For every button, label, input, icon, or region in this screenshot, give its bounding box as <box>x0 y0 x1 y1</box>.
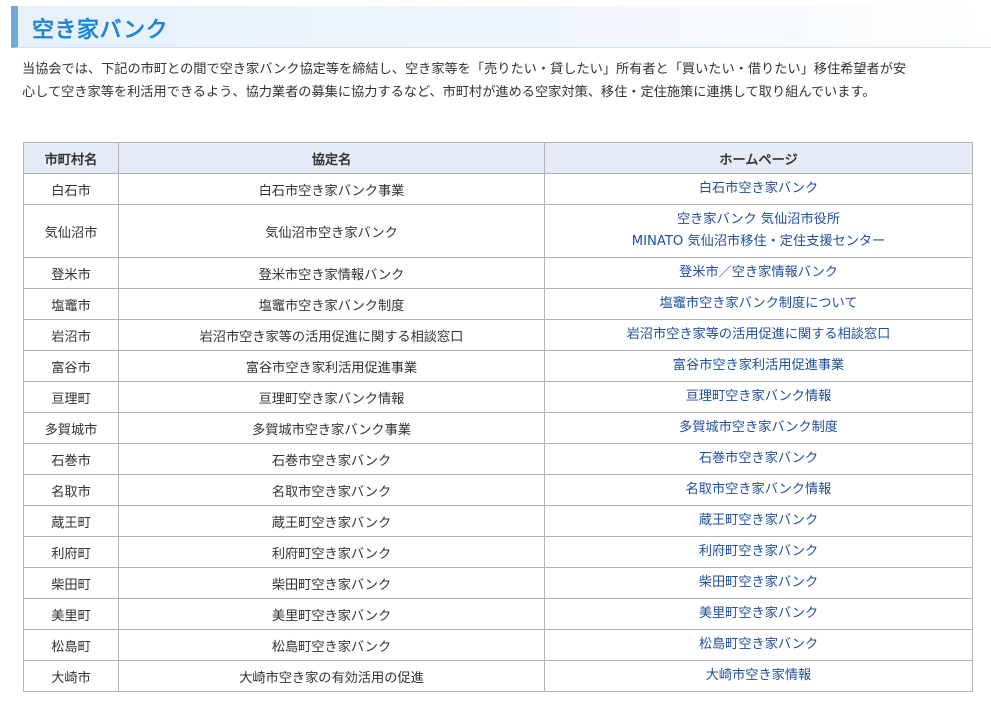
page-title: 空き家バンク <box>32 18 169 43</box>
homepage-link[interactable]: 登米市／空き家情報バンク <box>546 262 972 284</box>
cell-city: 蔵王町 <box>23 505 119 537</box>
table-row: 美里町 美里町空き家バンク 美里町空き家バンク <box>23 598 973 630</box>
intro-line-1: 当協会では、下記の市町との間で空き家バンク協定等を締結し、空き家等を「売りたい・… <box>22 62 907 77</box>
table-row: 大崎市 大崎市空き家の有効活用の促進 大崎市空き家情報 <box>23 660 973 692</box>
cell-agreement: 塩竈市空き家バンク制度 <box>118 288 545 320</box>
table-row: 岩沼市 岩沼市空き家等の活用促進に関する相談窓口 岩沼市空き家等の活用促進に関する相… <box>23 319 973 351</box>
cell-agreement: 多賀城市空き家バンク事業 <box>118 412 545 444</box>
cell-city: 富谷市 <box>23 350 119 382</box>
cell-city: 美里町 <box>23 598 119 630</box>
cell-agreement: 利府町空き家バンク <box>118 536 545 568</box>
homepage-link[interactable]: 名取市空き家バンク情報 <box>546 479 972 501</box>
cell-homepage: 名取市空き家バンク情報 <box>544 474 973 506</box>
cell-agreement: 登米市空き家情報バンク <box>118 257 545 289</box>
cell-agreement: 美里町空き家バンク <box>118 598 545 630</box>
table-row: 柴田町 柴田町空き家バンク 柴田町空き家バンク <box>23 567 973 599</box>
cell-city: 亘理町 <box>23 381 119 413</box>
homepage-link[interactable]: 利府町空き家バンク <box>546 541 972 563</box>
homepage-link[interactable]: 石巻市空き家バンク <box>546 448 972 470</box>
cell-city: 松島町 <box>23 629 119 661</box>
table-row: 石巻市 石巻市空き家バンク 石巻市空き家バンク <box>23 443 973 475</box>
cell-agreement: 富谷市空き家利活用促進事業 <box>118 350 545 382</box>
table-body: 白石市 白石市空き家バンク事業 白石市空き家バンク 気仙沼市 気仙沼市空き家バンク 空き家… <box>23 173 973 692</box>
homepage-link[interactable]: MINATO 気仙沼市移住・定住支援センター <box>546 231 972 253</box>
cell-homepage: 空き家バンク 気仙沼市役所 MINATO 気仙沼市移住・定住支援センター <box>544 204 973 258</box>
table-row: 利府町 利府町空き家バンク 利府町空き家バンク <box>23 536 973 568</box>
page-title-bar: 空き家バンク <box>11 6 991 48</box>
cell-city: 名取市 <box>23 474 119 506</box>
cell-agreement: 気仙沼市空き家バンク <box>118 204 545 258</box>
cell-homepage: 利府町空き家バンク <box>544 536 973 568</box>
cell-city: 多賀城市 <box>23 412 119 444</box>
table-row: 富谷市 富谷市空き家利活用促進事業 富谷市空き家利活用促進事業 <box>23 350 973 382</box>
table-row: 多賀城市 多賀城市空き家バンク事業 多賀城市空き家バンク制度 <box>23 412 973 444</box>
table-row: 気仙沼市 気仙沼市空き家バンク 空き家バンク 気仙沼市役所 MINATO 気仙沼市移住… <box>23 204 973 258</box>
cell-agreement: 大崎市空き家の有効活用の促進 <box>118 660 545 692</box>
table-row: 登米市 登米市空き家情報バンク 登米市／空き家情報バンク <box>23 257 973 289</box>
homepage-link[interactable]: 富谷市空き家利活用促進事業 <box>546 355 972 377</box>
cell-agreement: 名取市空き家バンク <box>118 474 545 506</box>
homepage-link[interactable]: 蔵王町空き家バンク <box>546 510 972 532</box>
homepage-link[interactable]: 大崎市空き家情報 <box>546 665 972 687</box>
cell-city: 柴田町 <box>23 567 119 599</box>
cell-homepage: 塩竈市空き家バンク制度について <box>544 288 973 320</box>
cell-homepage: 大崎市空き家情報 <box>544 660 973 692</box>
homepage-link[interactable]: 松島町空き家バンク <box>546 634 972 656</box>
cell-agreement: 石巻市空き家バンク <box>118 443 545 475</box>
table-header-row: 市町村名 協定名 ホームページ <box>23 142 973 174</box>
homepage-link[interactable]: 岩沼市空き家等の活用促進に関する相談窓口 <box>546 324 972 346</box>
cell-city: 岩沼市 <box>23 319 119 351</box>
cell-homepage: 柴田町空き家バンク <box>544 567 973 599</box>
cell-agreement: 蔵王町空き家バンク <box>118 505 545 537</box>
intro-paragraph: 当協会では、下記の市町との間で空き家バンク協定等を締結し、空き家等を「売りたい・… <box>22 58 991 104</box>
page: 空き家バンク 当協会では、下記の市町との間で空き家バンク協定等を締結し、空き家等… <box>0 0 991 703</box>
cell-homepage: 蔵王町空き家バンク <box>544 505 973 537</box>
cell-agreement: 亘理町空き家バンク情報 <box>118 381 545 413</box>
homepage-link[interactable]: 白石市空き家バンク <box>546 178 972 200</box>
cell-agreement: 柴田町空き家バンク <box>118 567 545 599</box>
cell-homepage: 富谷市空き家利活用促進事業 <box>544 350 973 382</box>
cell-homepage: 岩沼市空き家等の活用促進に関する相談窓口 <box>544 319 973 351</box>
cell-city: 石巻市 <box>23 443 119 475</box>
table-row: 白石市 白石市空き家バンク事業 白石市空き家バンク <box>23 173 973 205</box>
table-row: 松島町 松島町空き家バンク 松島町空き家バンク <box>23 629 973 661</box>
column-header-agreement: 協定名 <box>118 142 545 174</box>
cell-city: 塩竈市 <box>23 288 119 320</box>
cell-city: 大崎市 <box>23 660 119 692</box>
homepage-link[interactable]: 多賀城市空き家バンク制度 <box>546 417 972 439</box>
homepage-link[interactable]: 柴田町空き家バンク <box>546 572 972 594</box>
cell-homepage: 石巻市空き家バンク <box>544 443 973 475</box>
cell-homepage: 松島町空き家バンク <box>544 629 973 661</box>
table-row: 蔵王町 蔵王町空き家バンク 蔵王町空き家バンク <box>23 505 973 537</box>
homepage-link[interactable]: 空き家バンク 気仙沼市役所 <box>546 209 972 231</box>
cell-homepage: 白石市空き家バンク <box>544 173 973 205</box>
cell-agreement: 松島町空き家バンク <box>118 629 545 661</box>
cell-city: 白石市 <box>23 173 119 205</box>
cell-homepage: 美里町空き家バンク <box>544 598 973 630</box>
cell-agreement: 白石市空き家バンク事業 <box>118 173 545 205</box>
column-header-homepage: ホームページ <box>544 142 973 174</box>
homepage-link[interactable]: 美里町空き家バンク <box>546 603 972 625</box>
cell-city: 利府町 <box>23 536 119 568</box>
cell-agreement: 岩沼市空き家等の活用促進に関する相談窓口 <box>118 319 545 351</box>
column-header-city: 市町村名 <box>23 142 119 174</box>
cell-homepage: 多賀城市空き家バンク制度 <box>544 412 973 444</box>
cell-city: 登米市 <box>23 257 119 289</box>
homepage-link[interactable]: 塩竈市空き家バンク制度について <box>546 293 972 315</box>
cell-homepage: 登米市／空き家情報バンク <box>544 257 973 289</box>
cell-city: 気仙沼市 <box>23 204 119 258</box>
cell-homepage: 亘理町空き家バンク情報 <box>544 381 973 413</box>
table-row: 名取市 名取市空き家バンク 名取市空き家バンク情報 <box>23 474 973 506</box>
homepage-link[interactable]: 亘理町空き家バンク情報 <box>546 386 972 408</box>
intro-line-2: 心して空き家等を利活用できるよう、協力業者の募集に協力するなど、市町村が進める空… <box>22 85 876 100</box>
table-row: 亘理町 亘理町空き家バンク情報 亘理町空き家バンク情報 <box>23 381 973 413</box>
akiya-bank-table: 市町村名 協定名 ホームページ 白石市 白石市空き家バンク事業 白石市空き家バンク気… <box>23 142 973 692</box>
table-row: 塩竈市 塩竈市空き家バンク制度 塩竈市空き家バンク制度について <box>23 288 973 320</box>
